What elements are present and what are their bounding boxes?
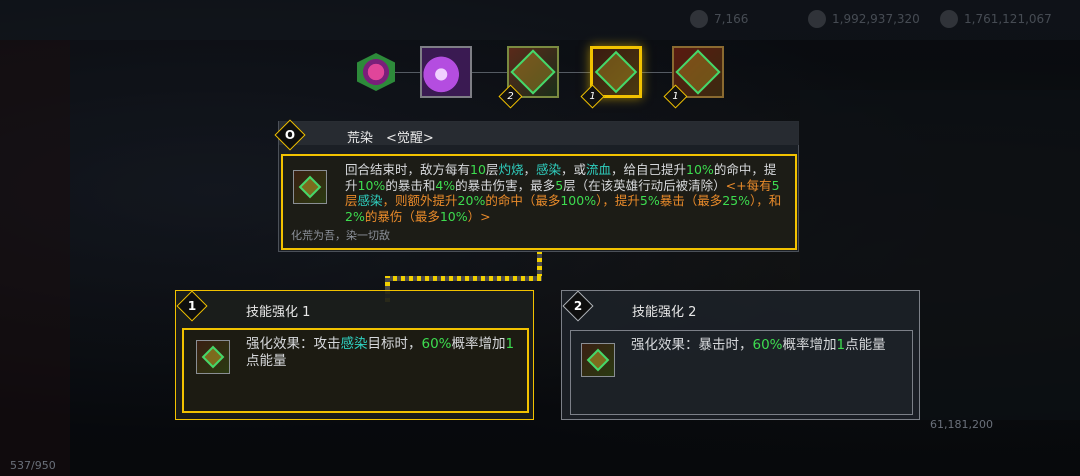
skill-art-icon	[298, 175, 322, 199]
skill-title: 荒染 <觉醒>	[347, 131, 434, 146]
enhance-panel-1: 1 技能强化 1 强化效果：攻击感染目标时，60%概率增加1点能量	[175, 290, 534, 420]
desc-segment: 强化效果：攻击	[246, 336, 341, 352]
tree-connector	[472, 72, 507, 73]
desc-segment: 2%	[345, 208, 365, 224]
desc-segment: 回合结束时，敌方每有	[345, 162, 471, 177]
desc-segment: 5%	[639, 193, 660, 208]
skill-art-icon	[675, 49, 721, 95]
desc-segment: 25%	[722, 193, 751, 208]
skill-level-value: 1	[589, 91, 596, 102]
enhance-description: 强化效果：暴击时，60%概率增加1点能量	[631, 337, 906, 354]
skill-art-icon	[510, 49, 556, 95]
enhance-description-box: 强化效果：攻击感染目标时，60%概率增加1 点能量	[182, 328, 529, 413]
skill-art-icon	[594, 50, 638, 94]
enhance-title: 技能强化 1	[246, 305, 311, 320]
enhance-badge-label: 1	[187, 299, 197, 313]
desc-segment: 100%	[560, 193, 597, 208]
hero-count: 537/950	[10, 459, 56, 472]
enhance-badge: 2	[562, 290, 594, 322]
enhance-panel-2: 2 技能强化 2 强化效果：暴击时，60%概率增加1点能量	[561, 290, 920, 420]
desc-segment: 概率增加	[782, 337, 837, 353]
desc-segment: 点能量	[246, 353, 287, 369]
desc-segment: ）>	[467, 208, 491, 224]
skill-level-value: 2	[507, 91, 514, 102]
skill-art-icon	[586, 348, 610, 372]
desc-segment: ，	[523, 162, 536, 177]
desc-segment: <+每有	[725, 177, 772, 193]
desc-segment: 层	[345, 193, 358, 208]
desc-segment: ），提升	[596, 193, 640, 208]
desc-segment: 点能量	[845, 337, 886, 353]
desc-segment: 目标时，	[367, 336, 422, 352]
desc-segment: ，或	[560, 162, 586, 177]
desc-segment: 10	[470, 162, 486, 177]
skill-flavor-text: 化荒为吾，染一切敌	[291, 229, 390, 242]
desc-segment: 感染	[535, 162, 561, 177]
upgrade-path-line	[385, 276, 542, 281]
enhance-thumbnail-icon	[581, 343, 615, 377]
desc-segment: 5	[771, 177, 780, 193]
desc-segment: 10%	[357, 177, 386, 193]
desc-segment: 感染	[340, 336, 368, 352]
desc-segment: ，则额外提升	[382, 193, 458, 208]
desc-segment: 层（在该英雄行动后被清除）	[563, 177, 726, 193]
skill-level-value: 1	[672, 91, 679, 102]
desc-segment: ，给自己提升	[611, 162, 687, 177]
desc-segment: 灼烧	[498, 162, 524, 177]
skill-thumbnail-icon	[293, 170, 327, 204]
desc-segment: 层	[485, 162, 499, 177]
desc-segment: 的暴击伤害，最多	[455, 177, 556, 193]
power-value: 61,181,200	[930, 418, 993, 431]
skill-node-awaken[interactable]	[420, 46, 472, 98]
desc-segment: 的暴击和	[385, 177, 436, 193]
enhance-description: 强化效果：攻击感染目标时，60%概率增加1 点能量	[246, 336, 526, 370]
desc-segment: 20%	[457, 193, 486, 208]
skill-art-icon	[201, 345, 225, 369]
enhance-thumbnail-icon	[196, 340, 230, 374]
tree-connector	[642, 72, 672, 73]
enhance-description-box: 强化效果：暴击时，60%概率增加1点能量	[570, 330, 913, 415]
tree-connector	[559, 72, 590, 73]
enhance-badge: 1	[176, 290, 208, 322]
skill-badge-label: O	[284, 128, 296, 142]
desc-segment: 强化效果：暴击时，	[631, 337, 753, 353]
desc-segment: 的暴伤（最多	[364, 208, 440, 224]
desc-segment: 暴击（最多	[659, 193, 723, 208]
desc-segment: 概率增加	[451, 336, 506, 352]
enhance-badge-label: 2	[573, 299, 583, 313]
skill-description: 回合结束时，敌方每有10层灼烧，感染，或流血，给自己提升10%的命中，提升10%…	[345, 162, 785, 224]
desc-segment: 的命中（最多	[485, 193, 561, 208]
desc-segment: 4%	[435, 177, 456, 193]
skill-detail-panel: O 荒染 <觉醒> 回合结束时，敌方每有10层灼烧，感染，或流血，给自己提升10…	[274, 119, 799, 252]
desc-segment: 5	[555, 177, 564, 193]
desc-segment: 流血	[586, 162, 612, 177]
upgrade-path-line	[537, 252, 542, 278]
tree-connector	[395, 72, 420, 73]
desc-segment: ），和	[750, 193, 782, 208]
enhance-title: 技能强化 2	[632, 305, 697, 320]
desc-segment: 60%	[752, 337, 783, 353]
desc-segment: 10%	[686, 162, 714, 177]
desc-segment: 10%	[439, 208, 468, 224]
desc-segment: 1	[505, 336, 515, 352]
desc-segment: 1	[836, 337, 846, 353]
desc-segment: 60%	[421, 336, 452, 352]
desc-segment: 感染	[357, 193, 383, 208]
